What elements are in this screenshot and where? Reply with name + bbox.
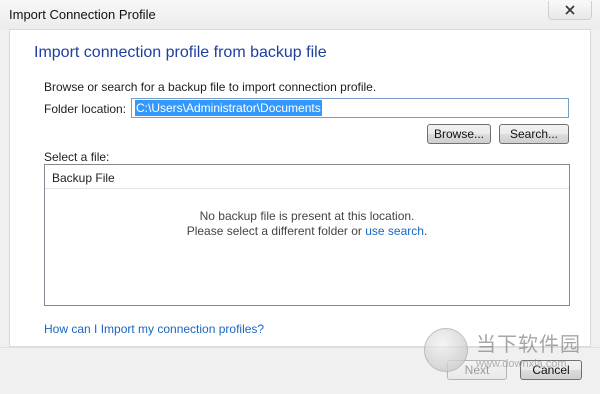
empty-message-line1: No backup file is present at this locati…	[199, 209, 415, 223]
watermark-url: www.downxia.com	[476, 358, 567, 370]
page-heading: Import connection profile from backup fi…	[34, 44, 327, 61]
empty-message-line2: Please select a different folder or use …	[45, 224, 569, 239]
empty-message-suffix: .	[423, 224, 428, 238]
list-column-header[interactable]: Backup File	[45, 165, 569, 189]
window-title: Import Connection Profile	[9, 7, 156, 22]
title-bar[interactable]: Import Connection Profile	[0, 0, 600, 30]
import-connection-profile-dialog: Import Connection Profile Import connect…	[0, 0, 600, 394]
browse-button[interactable]: Browse...	[427, 124, 491, 144]
watermark-text: 当下软件园	[476, 334, 581, 356]
empty-message-prefix: Please select a different folder or	[186, 224, 366, 238]
close-icon	[565, 5, 575, 15]
empty-list-message: No backup file is present at this locati…	[45, 209, 569, 239]
backup-file-list[interactable]: Backup File No backup file is present at…	[44, 164, 570, 306]
folder-location-input[interactable]: C:\Users\Administrator\Documents	[131, 98, 569, 118]
close-button[interactable]	[548, 1, 592, 20]
instruction-text: Browse or search for a backup file to im…	[44, 80, 377, 94]
watermark: 当下软件园 www.downxia.com	[424, 326, 584, 378]
folder-location-label: Folder location:	[44, 102, 127, 116]
watermark-logo-icon	[424, 328, 468, 372]
use-search-link[interactable]: use search	[365, 224, 424, 238]
search-button[interactable]: Search...	[499, 124, 569, 144]
backup-file-column-label: Backup File	[52, 171, 115, 185]
help-import-link[interactable]: How can I Import my connection profiles?	[44, 322, 264, 336]
select-file-label: Select a file:	[44, 150, 110, 164]
folder-location-value: C:\Users\Administrator\Documents	[135, 100, 322, 116]
